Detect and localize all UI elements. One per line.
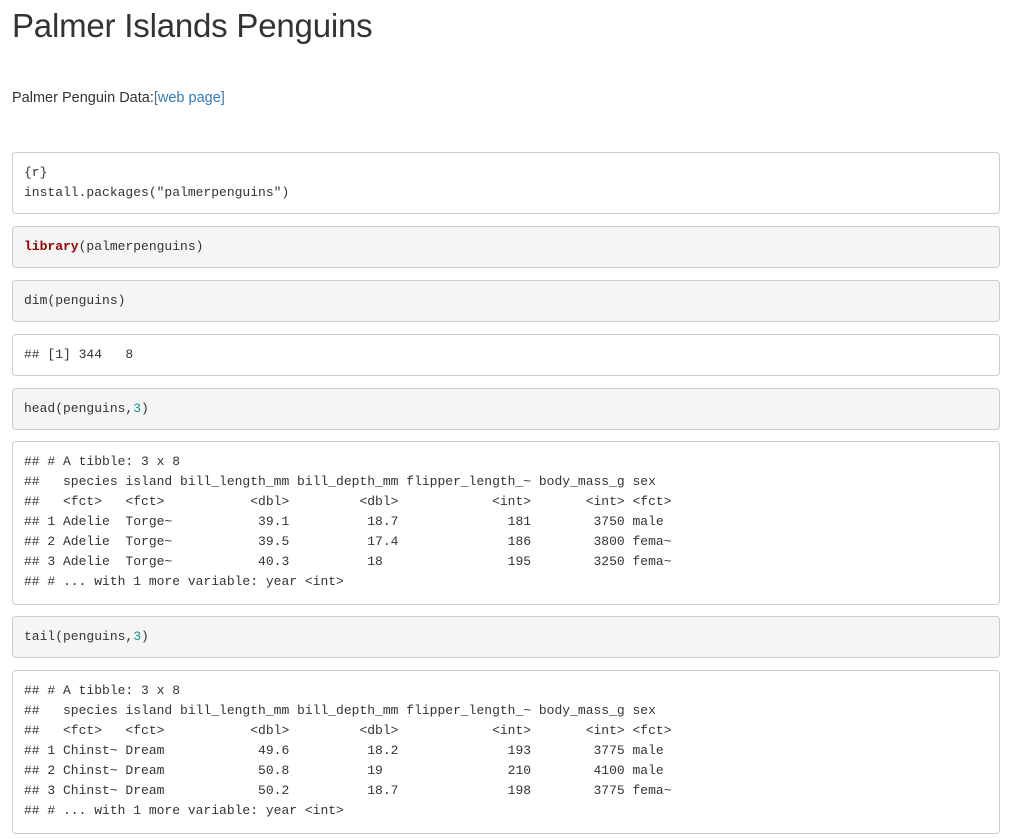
intro-text: Palmer Penguin Data: (12, 90, 154, 106)
web-page-link[interactable]: [web page] (154, 90, 225, 106)
head-out-line: ## # ... with 1 more variable: year <int… (24, 574, 344, 589)
head-code-block[interactable]: head(penguins,3) (12, 388, 1000, 430)
tail-num: 3 (133, 629, 142, 644)
page-title: Palmer Islands Penguins (12, 7, 373, 44)
tail-out-line: ## # A tibble: 3 x 8 (24, 683, 181, 698)
tail-out-line: ## 3 Chinst~ Dream 50.2 18.7 198 3775 fe… (24, 783, 672, 798)
tail-output-block[interactable]: ## # A tibble: 3 x 8 ## species island b… (12, 670, 1000, 834)
head-out-line: ## species island bill_length_mm bill_de… (24, 474, 656, 489)
tail-out-line: ## <fct> <fct> <dbl> <dbl> <int> <int> <… (24, 723, 672, 738)
head-out-line: ## 3 Adelie Torge~ 40.3 18 195 3250 fema… (24, 554, 672, 569)
head-num: 3 (133, 401, 142, 416)
head-output-block[interactable]: ## # A tibble: 3 x 8 ## species island b… (12, 441, 1000, 605)
tail-out-line: ## 2 Chinst~ Dream 50.8 19 210 4100 male (24, 763, 664, 778)
install-code-block[interactable]: {r} install.packages("palmerpenguins") (12, 152, 1000, 214)
dim-code: dim(penguins) (24, 293, 126, 308)
library-code-block[interactable]: library(palmerpenguins) (12, 226, 1000, 268)
intro-paragraph: Palmer Penguin Data:[web page] (12, 88, 225, 108)
tail-code-block[interactable]: tail(penguins,3) (12, 616, 1000, 658)
install-line-1: {r} (24, 165, 48, 180)
tail-out-line: ## species island bill_length_mm bill_de… (24, 703, 656, 718)
dim-output: ## [1] 344 8 (24, 347, 134, 362)
head-close: ) (141, 401, 149, 416)
head-func: head(penguins, (24, 401, 134, 416)
library-function: library (24, 239, 79, 254)
dim-code-block[interactable]: dim(penguins) (12, 280, 1000, 322)
tail-out-line: ## 1 Chinst~ Dream 49.6 18.2 193 3775 ma… (24, 743, 664, 758)
head-out-line: ## 1 Adelie Torge~ 39.1 18.7 181 3750 ma… (24, 514, 664, 529)
tail-func: tail(penguins, (24, 629, 134, 644)
tail-out-line: ## # ... with 1 more variable: year <int… (24, 803, 344, 818)
dim-output-block[interactable]: ## [1] 344 8 (12, 334, 1000, 376)
library-args: (palmerpenguins) (78, 239, 204, 254)
tail-close: ) (141, 629, 149, 644)
head-out-line: ## 2 Adelie Torge~ 39.5 17.4 186 3800 fe… (24, 534, 672, 549)
head-out-line: ## <fct> <fct> <dbl> <dbl> <int> <int> <… (24, 494, 672, 509)
head-out-line: ## # A tibble: 3 x 8 (24, 454, 181, 469)
install-line-2: install.packages("palmerpenguins") (24, 185, 290, 200)
